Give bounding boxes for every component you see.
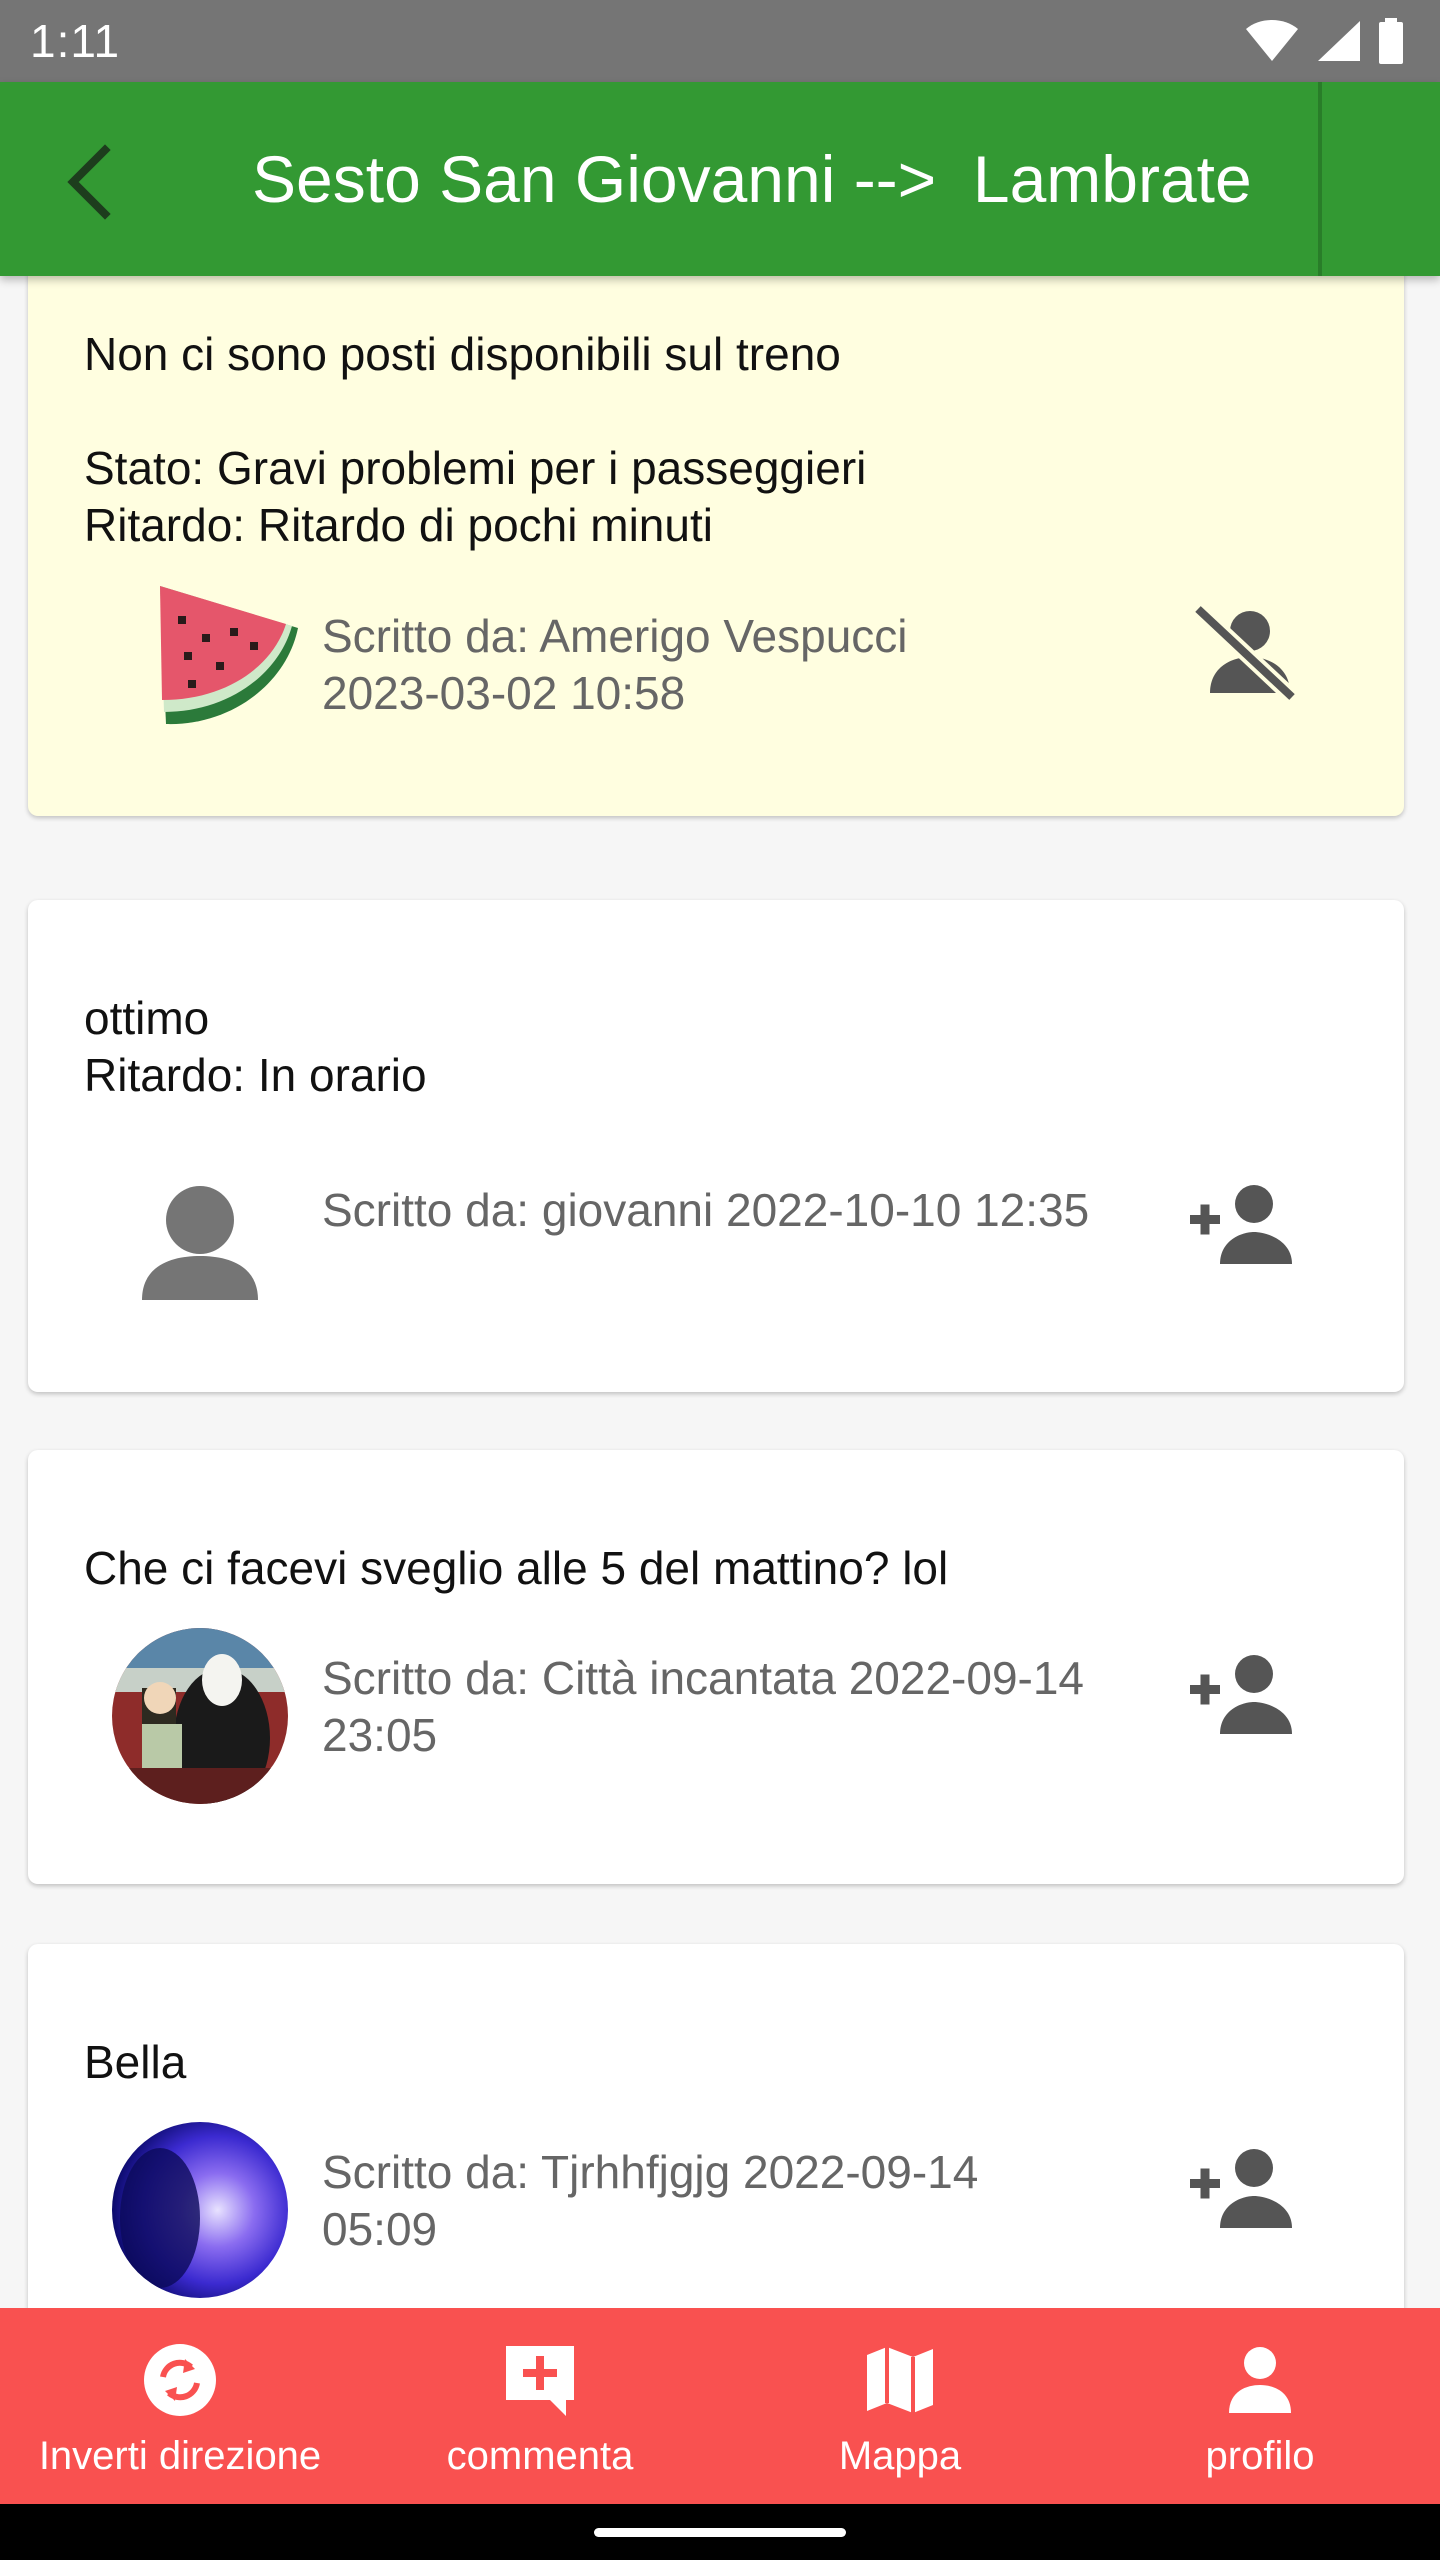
add-user-icon: [1190, 1185, 1292, 1264]
comment-card: ottimo Ritardo: In orario Scritto da: gi…: [28, 900, 1404, 1392]
unfollow-user-button[interactable]: [1178, 596, 1308, 706]
unfollow-user-icon: [1192, 603, 1298, 701]
nav-label: profilo: [1205, 2434, 1315, 2478]
nav-profile[interactable]: profilo: [1080, 2308, 1440, 2504]
comment-feed[interactable]: Non ci sono posti disponibili sul treno …: [0, 276, 1440, 2308]
add-user-button[interactable]: [1178, 1640, 1308, 1750]
comment-card: Che ci facevi sveglio alle 5 del mattino…: [28, 1450, 1404, 1884]
nav-label: Mappa: [838, 2434, 962, 2478]
signal-icon: [1318, 21, 1360, 61]
nav-label: Inverti direzione: [38, 2434, 322, 2478]
default-person-avatar: [112, 1160, 288, 1336]
add-user-button[interactable]: [1178, 1170, 1308, 1280]
comment-meta: Scritto da: Città incantata 2022-09-14 2…: [322, 1652, 1085, 1761]
app-bar-divider: [1318, 82, 1322, 276]
comment-text: ottimo Ritardo: In orario: [84, 992, 427, 1101]
photo-avatar: [112, 2122, 288, 2298]
comment-meta: Scritto da: Amerigo Vespucci 2023-03-02 …: [322, 610, 908, 719]
wifi-icon: [1246, 20, 1298, 61]
system-navigation-bar: [0, 2504, 1440, 2560]
swap-direction-icon: [140, 2340, 220, 2420]
comment-text: Non ci sono posti disponibili sul treno …: [84, 328, 867, 551]
add-user-button[interactable]: [1178, 2134, 1308, 2244]
comment-text: Che ci facevi sveglio alle 5 del mattino…: [84, 1542, 949, 1594]
add-comment-icon: [500, 2340, 580, 2420]
nav-comment[interactable]: commenta: [360, 2308, 720, 2504]
back-button[interactable]: [44, 137, 134, 227]
comment-meta: Scritto da: Tjrhhfjgjg 2022-09-14 05:09: [322, 2146, 979, 2255]
comment-meta: Scritto da: giovanni 2022-10-10 12:35: [322, 1184, 1090, 1236]
add-user-icon: [1190, 1655, 1292, 1734]
home-gesture-handle[interactable]: [594, 2528, 846, 2537]
add-user-icon: [1190, 2149, 1292, 2228]
battery-icon: [1379, 18, 1403, 64]
system-icons: [1244, 18, 1404, 64]
nav-map[interactable]: Mappa: [720, 2308, 1080, 2504]
nav-label: commenta: [446, 2434, 634, 2478]
app-bar: Sesto San Giovanni --> Lambrate: [0, 82, 1440, 276]
bottom-navigation: Inverti direzione commenta Mappa profilo: [0, 2308, 1440, 2504]
comment-card: Non ci sono posti disponibili sul treno …: [28, 276, 1404, 816]
status-bar: 1:11: [0, 0, 1440, 82]
watermelon-avatar: [148, 576, 308, 736]
nav-invert-direction[interactable]: Inverti direzione: [0, 2308, 360, 2504]
comment-card: Bella Scritto da: Tjrhhfjgjg 2022-09-14 …: [28, 1944, 1404, 2308]
back-arrow-icon: [67, 144, 111, 220]
page-title: Sesto San Giovanni --> Lambrate: [252, 142, 1252, 216]
map-icon: [860, 2340, 940, 2420]
comment-text: Bella: [84, 2036, 187, 2088]
person-icon: [1220, 2340, 1300, 2420]
status-time: 1:11: [30, 15, 121, 67]
photo-avatar: [112, 1628, 288, 1804]
